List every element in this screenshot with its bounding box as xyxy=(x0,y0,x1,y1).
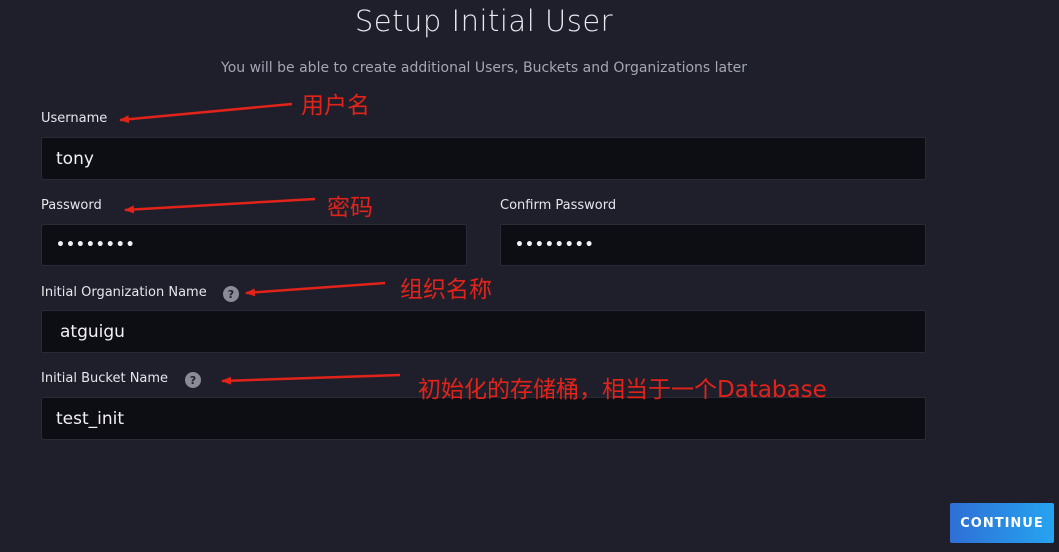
username-annotation: 用户名 xyxy=(301,93,370,119)
bucket-arrow xyxy=(221,373,401,385)
password-arrow xyxy=(124,197,316,214)
organization-annotation: 组织名称 xyxy=(400,277,492,303)
continue-button[interactable]: CONTINUE xyxy=(950,503,1054,543)
annotation-arrows xyxy=(119,102,401,385)
bucket-annotation: 初始化的存储桶，相当于一个Database xyxy=(418,377,827,403)
password-annotation: 密码 xyxy=(327,195,373,221)
username-arrow xyxy=(119,102,293,124)
organization-arrow xyxy=(245,281,386,297)
